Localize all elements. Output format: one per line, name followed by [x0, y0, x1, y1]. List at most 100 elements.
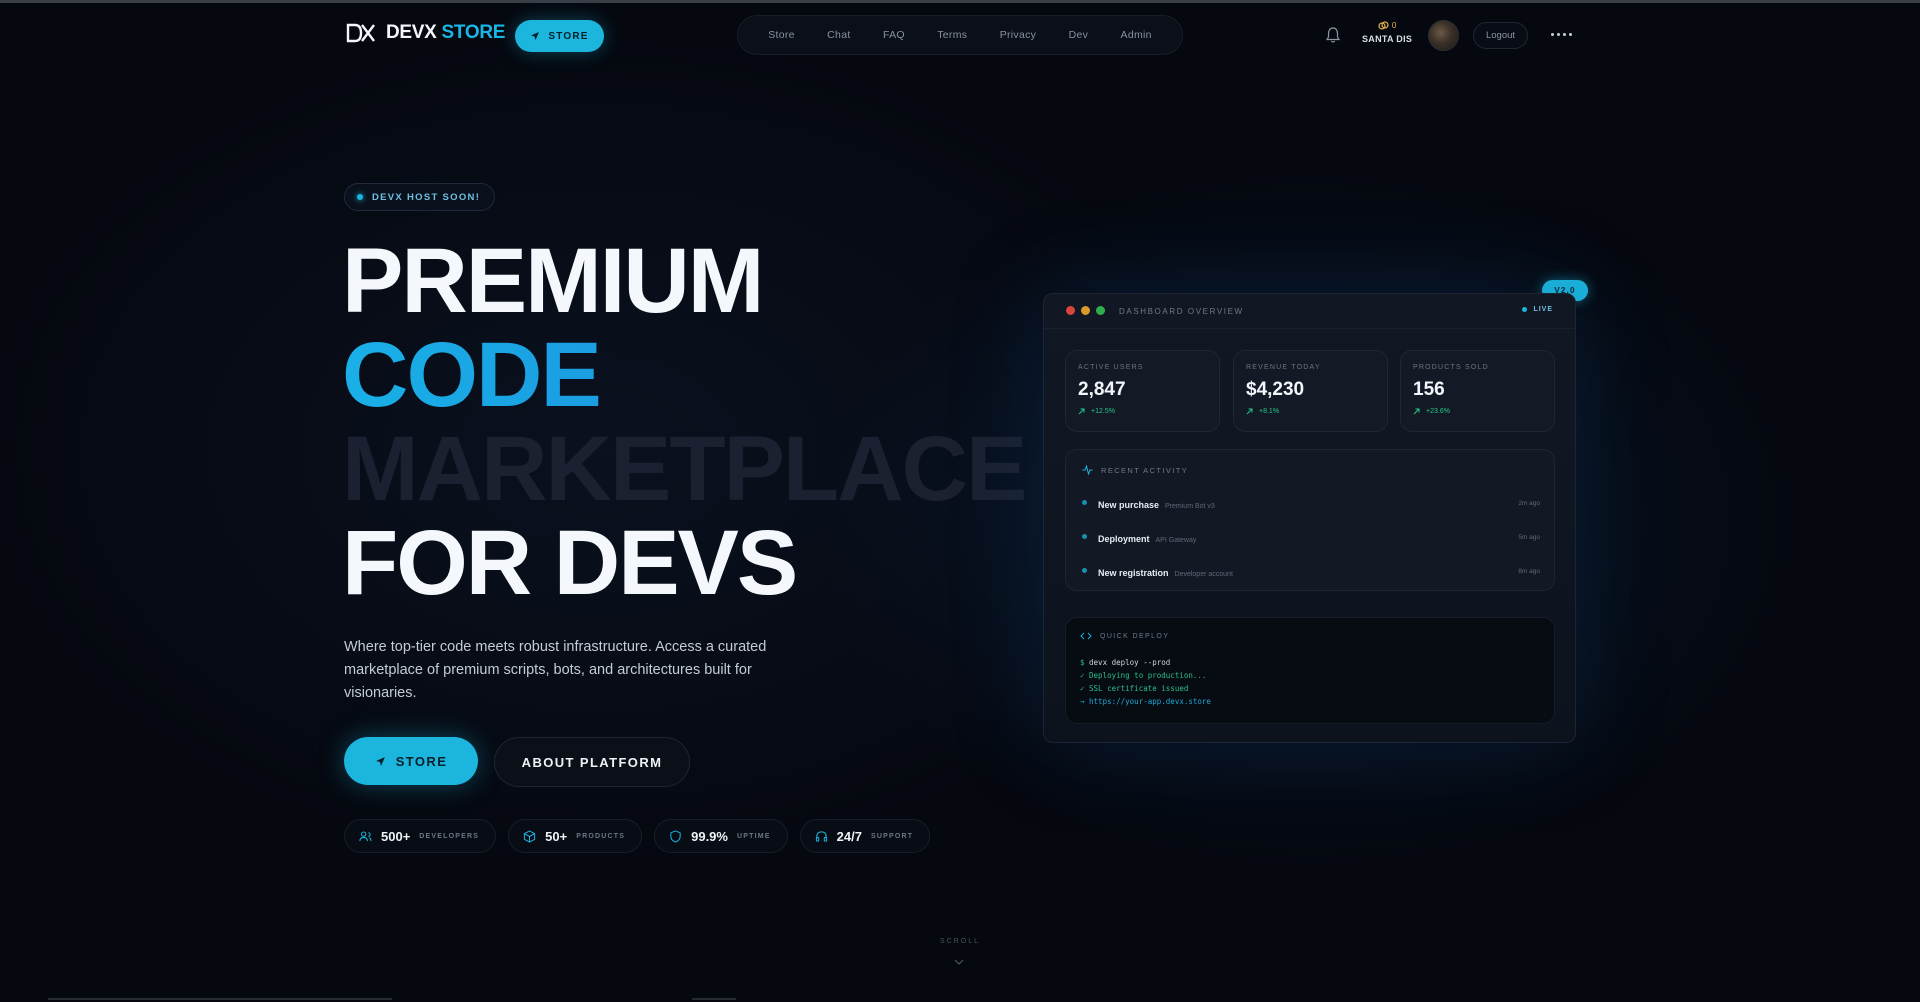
coins-icon [1378, 20, 1389, 30]
more-menu-icon[interactable] [1551, 33, 1572, 36]
nav-link-privacy[interactable]: Privacy [1000, 29, 1037, 41]
activity-title-text: New purchase [1098, 500, 1160, 510]
deploy-title: QUICK DEPLOY [1100, 632, 1170, 640]
stat-value: 50+ [545, 828, 568, 844]
activity-title-text: New registration [1098, 568, 1169, 578]
kpi-value: $4,230 [1246, 379, 1305, 400]
terminal-line: → https://your-app.devx.store [1080, 697, 1211, 706]
kpi-label: REVENUE TODAY [1246, 364, 1321, 371]
activity-title: RECENT ACTIVITY [1101, 465, 1189, 475]
activity-pulse-icon [1082, 465, 1093, 475]
kpi-delta-value: +8.1% [1259, 408, 1280, 415]
kpi-label: PRODUCTS SOLD [1413, 364, 1489, 371]
activity-detail: Premium Bot v3 [1165, 503, 1215, 510]
live-indicator: LIVE [1522, 306, 1553, 313]
main-nav: Store Chat FAQ Terms Privacy Dev Admin [737, 15, 1183, 55]
maximize-dot-icon [1096, 306, 1105, 315]
activity-bullet [1082, 500, 1087, 505]
kpi-delta: +23.6% [1413, 408, 1542, 415]
live-label: LIVE [1533, 306, 1553, 313]
nav-link-terms[interactable]: Terms [937, 29, 967, 41]
kpi-products-sold: PRODUCTS SOLD 156 +23.6% [1400, 350, 1555, 432]
close-dot-icon [1066, 306, 1075, 315]
scrollbar-track [48, 998, 392, 1000]
activity-time: 5m ago [1518, 534, 1540, 541]
chevron-down-icon[interactable] [953, 958, 965, 966]
activity-text: Deployment API Gateway [1098, 534, 1196, 544]
stat-uptime: 99.9% UPTIME [654, 819, 788, 853]
announcement-badge: DEVX HOST SOON! [344, 183, 496, 211]
recent-activity-panel: RECENT ACTIVITY New purchase Premium Bot … [1065, 449, 1555, 591]
coin-count: 0 [1391, 20, 1397, 30]
about-platform-button[interactable]: ABOUT PLATFORM [494, 737, 690, 787]
bell-icon[interactable] [1325, 26, 1341, 44]
avatar[interactable] [1428, 20, 1459, 51]
shield-icon [670, 829, 681, 843]
window-top-border [0, 0, 1920, 3]
list-item: Deployment API Gateway 5m ago [1082, 534, 1540, 548]
nav-link-dev[interactable]: Dev [1069, 29, 1089, 41]
user-info[interactable]: 0 SANTA DIS [1362, 19, 1413, 45]
nav-link-faq[interactable]: FAQ [883, 29, 905, 41]
kpi-delta: +12.5% [1078, 408, 1207, 415]
activity-title-text: Deployment [1098, 534, 1150, 544]
nav-link-store[interactable]: Store [768, 29, 795, 41]
box-icon [524, 829, 536, 843]
logout-button[interactable]: Logout [1473, 22, 1528, 49]
terminal-output: $ devx deploy --prod ✓ Deploying to prod… [1080, 656, 1211, 708]
hero-store-button[interactable]: STORE [344, 737, 478, 785]
user-name: SANTA DIS [1362, 34, 1413, 44]
activity-time: 8m ago [1518, 568, 1540, 575]
send-icon [375, 756, 385, 766]
stat-value: 24/7 [836, 828, 862, 844]
kpi-active-users: ACTIVE USERS 2,847 +12.5% [1065, 350, 1220, 432]
kpi-label: ACTIVE USERS [1078, 364, 1144, 371]
stat-developers: 500+ DEVELOPERS [344, 819, 497, 853]
nav-store-button[interactable]: STORE [515, 20, 604, 52]
brand-logo[interactable]: DEVX STORE [346, 22, 505, 44]
activity-text: New purchase Premium Bot v3 [1098, 500, 1215, 510]
activity-bullet [1082, 534, 1087, 539]
stat-label: DEVELOPERS [419, 832, 480, 840]
users-icon [359, 831, 372, 841]
trend-up-icon [1246, 408, 1253, 415]
badge-label: DEVX HOST SOON! [372, 191, 481, 203]
nav-store-label: STORE [548, 30, 589, 42]
hero-headline: PREMIUM CODE MARKETPLACE FOR DEVS [342, 234, 1027, 610]
scrollbar-thumb[interactable] [692, 998, 736, 1000]
terminal-line: ✓ SSL certificate issued [1080, 684, 1189, 693]
send-icon [531, 32, 540, 40]
kpi-delta: +8.1% [1246, 408, 1375, 415]
scroll-indicator-label[interactable]: SCROLL [940, 938, 980, 945]
kpi-delta-value: +12.5% [1091, 408, 1115, 415]
nav-link-admin[interactable]: Admin [1121, 29, 1152, 41]
activity-text: New registration Developer account [1098, 568, 1233, 578]
window-controls [1066, 306, 1105, 315]
stats-row: 500+ DEVELOPERS 50+ PRODUCTS 99.9% UPTIM… [344, 819, 931, 853]
coin-balance: 0 [1378, 19, 1396, 31]
dashboard-title: DASHBOARD OVERVIEW [1119, 307, 1244, 316]
activity-header: RECENT ACTIVITY [1082, 465, 1188, 475]
activity-time: 2m ago [1518, 500, 1540, 507]
activity-detail: Developer account [1174, 571, 1233, 578]
stat-label: PRODUCTS [576, 832, 626, 840]
kpi-delta-value: +23.6% [1426, 408, 1450, 415]
deploy-header: QUICK DEPLOY [1080, 632, 1169, 640]
kpi-revenue-today: REVENUE TODAY $4,230 +8.1% [1233, 350, 1388, 432]
code-icon [1080, 632, 1092, 640]
terminal-line: ✓ Deploying to production... [1080, 671, 1207, 680]
status-dot [357, 194, 363, 200]
activity-bullet [1082, 568, 1087, 573]
list-item: New purchase Premium Bot v3 2m ago [1082, 500, 1540, 514]
terminal-line: $ devx deploy --prod [1080, 656, 1211, 669]
list-item: New registration Developer account 8m ago [1082, 568, 1540, 582]
nav-link-chat[interactable]: Chat [827, 29, 850, 41]
stat-products: 50+ PRODUCTS [508, 819, 643, 853]
kpi-value: 156 [1413, 379, 1445, 400]
divider [1044, 328, 1575, 329]
quick-deploy-panel: QUICK DEPLOY $ devx deploy --prod ✓ Depl… [1065, 617, 1555, 724]
stat-support: 24/7 SUPPORT [799, 819, 931, 853]
brand-name: DEVX STORE [386, 22, 506, 43]
headline-line-3: MARKETPLACE [342, 418, 1027, 520]
trend-up-icon [1078, 408, 1085, 415]
